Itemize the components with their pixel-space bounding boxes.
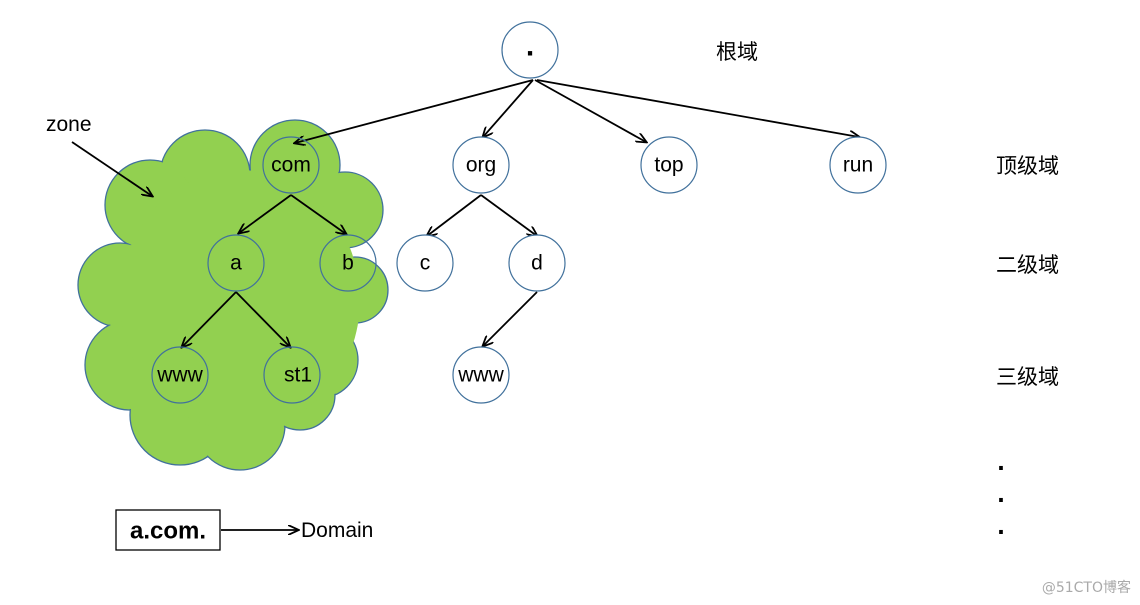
- svg-text:www: www: [457, 364, 504, 387]
- label-third-level: 三级域: [996, 365, 1059, 389]
- domain-label: Domain: [301, 519, 373, 542]
- label-second-level: 二级域: [996, 253, 1059, 277]
- ellipsis-dot: .: [997, 451, 1005, 475]
- node-d-www: www: [452, 346, 510, 404]
- arrow-org-d: [480, 194, 537, 236]
- svg-text:a: a: [230, 252, 242, 275]
- zone-label: zone: [46, 113, 92, 136]
- node-top: top: [640, 136, 698, 194]
- node-d: d: [508, 234, 566, 292]
- svg-text:c: c: [420, 252, 431, 275]
- domain-example-text: a.com.: [130, 518, 206, 545]
- svg-text:run: run: [843, 154, 873, 177]
- watermark: @51CTO博客: [1042, 579, 1131, 596]
- ellipsis-dot: .: [997, 483, 1005, 507]
- dns-hierarchy-diagram: . com org top run a b c d www st1 www 根域…: [46, 21, 1131, 596]
- svg-text:b: b: [342, 252, 354, 275]
- svg-text:www: www: [156, 364, 203, 387]
- node-org: org: [452, 136, 510, 194]
- svg-text:org: org: [466, 154, 496, 177]
- node-c: c: [396, 234, 454, 292]
- svg-text:st1: st1: [284, 364, 312, 387]
- label-tld: 顶级域: [996, 154, 1059, 178]
- root-label: .: [526, 30, 534, 63]
- arrow-root-org: [483, 79, 534, 137]
- arrow-org-c: [427, 194, 482, 236]
- arrow-d-www: [483, 291, 538, 346]
- arrow-root-com: [295, 79, 534, 143]
- svg-text:com: com: [271, 154, 311, 177]
- node-run: run: [829, 136, 887, 194]
- svg-text:top: top: [654, 154, 683, 177]
- svg-text:d: d: [531, 252, 543, 275]
- node-root: .: [501, 21, 559, 79]
- label-root-domain: 根域: [716, 40, 758, 64]
- ellipsis-dot: .: [997, 515, 1005, 539]
